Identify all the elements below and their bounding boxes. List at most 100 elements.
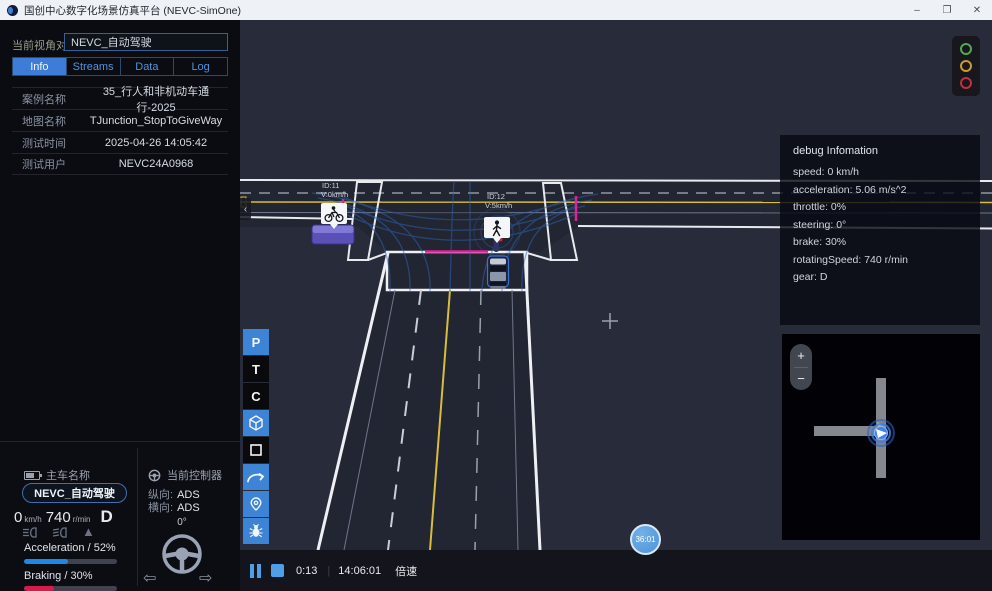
speed-unit: km/h (24, 515, 41, 524)
countdown-timer-badge[interactable]: 36:01 (630, 524, 661, 555)
vehicle-name-button[interactable]: NEVC_自动驾驶 (22, 483, 127, 503)
gear-indicator: D (101, 507, 113, 527)
debug-info-panel: debug Infomation speed: 0 km/h accelerat… (780, 135, 980, 325)
field-value: NEVC24A0968 (84, 158, 228, 170)
zoom-out-button[interactable]: − (790, 368, 812, 391)
playback-speed-button[interactable]: 倍速 (395, 563, 417, 579)
square-icon (248, 442, 264, 458)
braking-label: Braking / 30% (24, 570, 92, 582)
field-value: 2025-04-26 14:05:42 (84, 137, 228, 149)
cyclist-speed-label: V:0km/h (321, 190, 348, 199)
tool-p-button[interactable]: P (243, 329, 269, 355)
field-label: 案例名称 (12, 91, 84, 107)
location-pin-icon (248, 496, 264, 512)
speed-value: 0 (14, 509, 22, 526)
acceleration-label: Acceleration / 52% (24, 542, 116, 554)
debug-acceleration: acceleration: 5.06 m/s^2 (793, 182, 967, 200)
vehicle-name-label: 主车名称 (46, 467, 90, 483)
tool-c-button[interactable]: C (243, 383, 269, 409)
field-row-case-name: 案例名称 35_行人和非机动车通行-2025 (12, 87, 228, 109)
debug-speed: speed: 0 km/h (793, 164, 967, 182)
speed-readout: 0 km/h 740 r/min D (14, 507, 132, 527)
tool-debug-button[interactable] (243, 518, 269, 544)
braking-bar (24, 586, 117, 591)
controller-header: 当前控制器 (148, 467, 222, 483)
pedestrian-speed-label: V:5km/h (485, 201, 512, 210)
field-value: TJunction_StopToGiveWay (84, 115, 228, 127)
stop-button[interactable] (271, 564, 284, 577)
traffic-light-indicator (952, 36, 980, 96)
bug-icon (248, 523, 264, 539)
lateral-label: 横向: (148, 502, 173, 514)
yellow-light-icon (960, 60, 972, 72)
minimap-zoom-control: + − (790, 344, 812, 390)
rpm-unit: r/min (73, 515, 91, 524)
clock-time: 14:06:01 (338, 565, 381, 577)
debug-title: debug Infomation (793, 143, 967, 160)
tab-data[interactable]: Data (120, 58, 174, 75)
minimap-panel[interactable]: + − (782, 334, 980, 540)
debug-throttle: throttle: 0% (793, 199, 967, 217)
steer-right-arrow-icon: ⇨ (199, 568, 212, 588)
title-bar: 国创中心数字化场景仿真平台 (NEVC-SimOne) – ❐ ✕ (0, 0, 992, 20)
case-info-list: 案例名称 35_行人和非机动车通行-2025 地图名称 TJunction_St… (12, 87, 228, 175)
zoom-in-button[interactable]: + (790, 344, 812, 367)
time-separator: | (327, 565, 330, 577)
indicator-lamps: ▲ (22, 526, 95, 538)
acceleration-bar-fill (24, 559, 68, 564)
ego-vehicle[interactable] (488, 256, 509, 289)
rpm-value: 740 (46, 509, 71, 526)
steering-wheel-mini-icon (148, 469, 161, 482)
field-label: 测试时间 (12, 135, 84, 151)
tab-bar: Info Streams Data Log (12, 57, 228, 76)
tab-log[interactable]: Log (173, 58, 227, 75)
vehicle-status-panel: 主车名称 NEVC_自动驾驶 0 km/h 740 r/min D ▲ (0, 441, 240, 591)
tab-info[interactable]: Info (13, 58, 66, 75)
window-title: 国创中心数字化场景仿真平台 (NEVC-SimOne) (24, 3, 241, 18)
tool-3d-view-button[interactable] (243, 410, 269, 436)
debug-rotating-speed: rotatingSpeed: 740 r/min (793, 252, 967, 270)
curve-arrow-icon (245, 468, 267, 486)
viewport-3d[interactable]: ID:11 V:0km/h ID:12 V:5km (240, 20, 992, 550)
high-beam-icon (52, 527, 70, 538)
acceleration-bar (24, 559, 117, 564)
minimize-button[interactable]: – (902, 0, 932, 20)
field-value: 35_行人和非机动车通行-2025 (84, 83, 228, 115)
steering-angle-value: 0° (138, 517, 226, 528)
app-window: 国创中心数字化场景仿真平台 (NEVC-SimOne) – ❐ ✕ 当前视角对象… (0, 0, 992, 591)
app-logo-icon (7, 5, 18, 16)
sidebar-collapse-handle[interactable]: ‹ (240, 198, 251, 220)
debug-steering: steering: 0° (793, 217, 967, 235)
red-light-icon (960, 77, 972, 89)
close-button[interactable]: ✕ (962, 0, 992, 20)
field-label: 地图名称 (12, 113, 84, 129)
controller-label: 当前控制器 (167, 467, 222, 483)
battery-icon (24, 471, 40, 480)
field-label: 测试用户 (12, 156, 84, 172)
cube-icon (248, 415, 264, 431)
pause-button[interactable] (250, 564, 261, 578)
pedestrian-id-label: ID:12 (487, 192, 505, 201)
vehicle-name-header: 主车名称 (24, 467, 90, 483)
tab-streams[interactable]: Streams (66, 58, 120, 75)
view-object-input[interactable] (64, 33, 228, 51)
restore-button[interactable]: ❐ (932, 0, 962, 20)
cyclist-id-label: ID:11 (322, 181, 339, 190)
debug-gear: gear: D (793, 269, 967, 287)
steer-left-arrow-icon: ⇦ (143, 568, 156, 588)
field-row-test-time: 测试时间 2025-04-26 14:05:42 (12, 131, 228, 153)
cyclist-vehicle-box[interactable] (312, 225, 354, 244)
lateral-value: ADS (177, 502, 200, 514)
tool-trajectory-button[interactable] (243, 464, 269, 490)
lateral-controller: 横向: ADS (148, 499, 200, 515)
debug-brake: brake: 30% (793, 234, 967, 252)
sidebar: 当前视角对象 Info Streams Data Log 案例名称 35_行人和… (0, 20, 240, 591)
braking-bar-fill (24, 586, 54, 591)
elapsed-time: 0:13 (296, 565, 317, 577)
green-light-icon (960, 43, 972, 55)
tool-2d-view-button[interactable] (243, 437, 269, 463)
tool-t-button[interactable]: T (243, 356, 269, 382)
hazard-warning-icon: ▲ (82, 526, 95, 538)
low-beam-icon (22, 527, 40, 538)
tool-locate-button[interactable] (243, 491, 269, 517)
